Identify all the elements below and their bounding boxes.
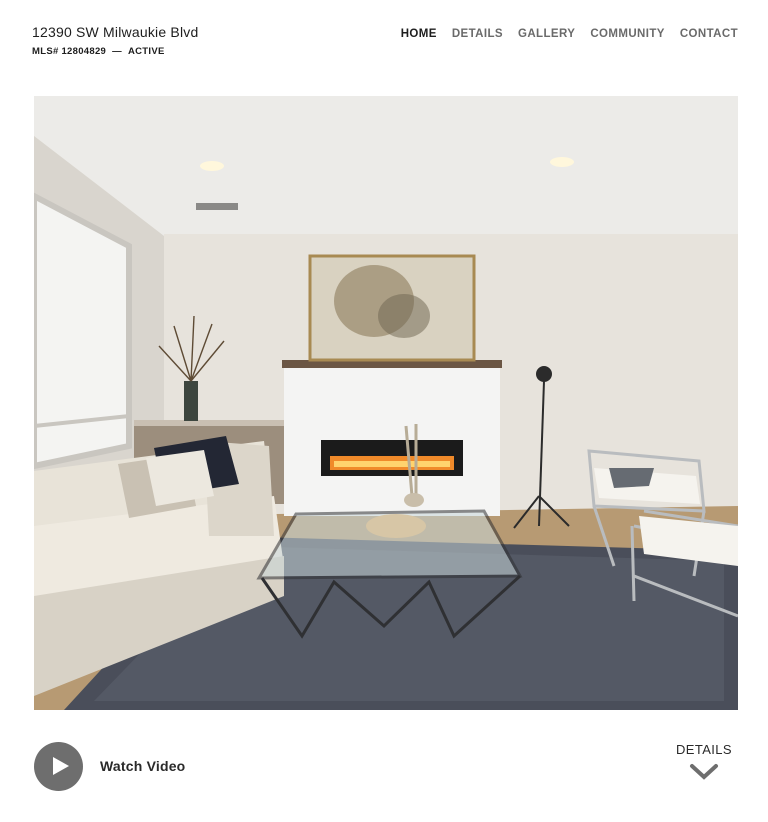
main-nav: HOME DETAILS GALLERY COMMUNITY CONTACT bbox=[386, 28, 738, 40]
chevron-down-icon bbox=[690, 764, 718, 780]
mls-line: MLS# 12804829 — ACTIVE bbox=[32, 46, 165, 57]
listing-status: ACTIVE bbox=[127, 46, 165, 57]
hero-photo bbox=[34, 96, 738, 710]
mls-separator: — bbox=[112, 46, 122, 57]
details-link-label: DETAILS bbox=[675, 742, 733, 757]
living-room-photo bbox=[34, 96, 738, 710]
nav-home[interactable]: HOME bbox=[401, 28, 437, 40]
play-button[interactable] bbox=[34, 741, 83, 791]
nav-gallery[interactable]: GALLERY bbox=[518, 28, 575, 40]
watch-video-button[interactable]: Watch Video bbox=[34, 741, 185, 791]
watch-video-label: Watch Video bbox=[100, 758, 186, 774]
property-address: 12390 SW Milwaukie Blvd bbox=[32, 24, 199, 40]
details-scroll-link[interactable]: DETAILS bbox=[669, 742, 739, 781]
site-header: 12390 SW Milwaukie Blvd MLS# 12804829 — AC… bbox=[0, 0, 768, 80]
nav-contact[interactable]: CONTACT bbox=[680, 28, 738, 40]
play-icon bbox=[52, 757, 69, 775]
nav-details[interactable]: DETAILS bbox=[452, 28, 503, 40]
nav-community[interactable]: COMMUNITY bbox=[590, 28, 665, 40]
mls-number: MLS# 12804829 bbox=[32, 46, 107, 57]
